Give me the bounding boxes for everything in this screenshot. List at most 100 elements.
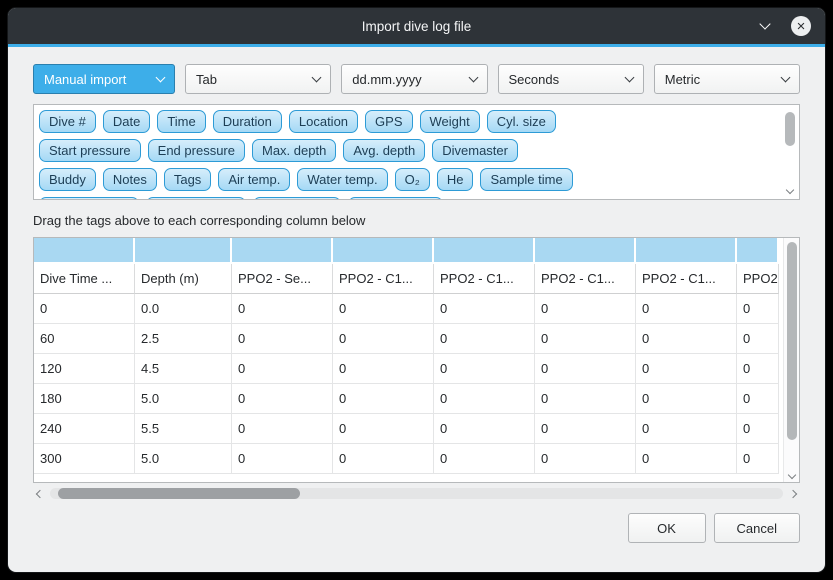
- combo-duration-format[interactable]: Seconds: [498, 64, 644, 94]
- table-cell: 5.0: [135, 444, 232, 474]
- column-header: PPO2 - C1...: [333, 264, 434, 294]
- table-cell: 0: [535, 414, 636, 444]
- tag-location[interactable]: Location: [289, 110, 358, 133]
- tag-row: Dive # Date Time Duration Location GPS Weight C…: [39, 110, 777, 133]
- tag-gps[interactable]: GPS: [365, 110, 412, 133]
- tag-buddy[interactable]: Buddy: [39, 168, 96, 191]
- combo-date-format[interactable]: dd.mm.yyyy: [341, 64, 487, 94]
- tag-row: Sample depth Sample temp. Sample po₂ Sample…: [39, 197, 777, 200]
- table-cell: 0: [333, 414, 434, 444]
- drop-target-cell[interactable]: [535, 238, 636, 264]
- tag-dive[interactable]: Dive #: [39, 110, 96, 133]
- drop-target-cell[interactable]: [434, 238, 535, 264]
- tag-end-pressure[interactable]: End pressure: [148, 139, 245, 162]
- scroll-right-button[interactable]: [788, 488, 800, 500]
- tag-sample-time[interactable]: Sample time: [480, 168, 572, 191]
- shade-button[interactable]: [757, 18, 773, 34]
- table-cell: 0: [434, 414, 535, 444]
- tag-avg-depth[interactable]: Avg. depth: [343, 139, 425, 162]
- scroll-left-button[interactable]: [33, 488, 45, 500]
- combo-selected-value: Manual import: [44, 72, 126, 87]
- combo-selected-value: Seconds: [509, 72, 560, 87]
- tag-rows: Dive # Date Time Duration Location GPS Weight C…: [39, 110, 777, 200]
- tag-notes[interactable]: Notes: [103, 168, 157, 191]
- drop-target-cell[interactable]: [737, 238, 779, 264]
- table-horizontal-scrollbar[interactable]: [33, 486, 800, 501]
- tag-divemaster[interactable]: Divemaster: [432, 139, 518, 162]
- import-preview-table: Dive Time ...Depth (m)PPO2 - Se...PPO2 -…: [33, 237, 800, 483]
- tag-pool-scrollbar[interactable]: [785, 108, 796, 196]
- table-cell: 180: [34, 384, 135, 414]
- chevron-down-icon: [312, 73, 322, 83]
- chevron-down-icon: [156, 73, 166, 83]
- combo-import-type[interactable]: Manual import: [33, 64, 175, 94]
- combo-field-separator[interactable]: Tab: [185, 64, 331, 94]
- combo-row: Manual import Tab dd.mm.yyyy Seconds Metric: [33, 64, 800, 94]
- column-header: PPO2 - C1...: [535, 264, 636, 294]
- drop-target-cell[interactable]: [333, 238, 434, 264]
- table-cell: 0: [232, 324, 333, 354]
- tag-air-temp[interactable]: Air temp.: [218, 168, 290, 191]
- table-cell: 0: [636, 384, 737, 414]
- tag-sample-depth[interactable]: Sample depth: [39, 197, 139, 200]
- tag-o[interactable]: O₂: [395, 168, 430, 191]
- tag-sample-cns[interactable]: Sample CNS: [348, 197, 443, 200]
- tag-start-pressure[interactable]: Start pressure: [39, 139, 141, 162]
- table-cell: 0: [434, 324, 535, 354]
- table-row: 2405.5000000: [34, 414, 779, 444]
- table-cell: 0: [535, 354, 636, 384]
- drop-target-cell[interactable]: [135, 238, 232, 264]
- table-viewport: Dive Time ...Depth (m)PPO2 - Se...PPO2 -…: [34, 238, 783, 482]
- cancel-button[interactable]: Cancel: [714, 513, 800, 543]
- tag-weight[interactable]: Weight: [420, 110, 480, 133]
- scrollbar-thumb[interactable]: [58, 488, 300, 499]
- table-cell: 120: [34, 354, 135, 384]
- tag-max-depth[interactable]: Max. depth: [252, 139, 336, 162]
- tag-tags[interactable]: Tags: [164, 168, 211, 191]
- table-cell: 0: [737, 354, 779, 384]
- tag-water-temp[interactable]: Water temp.: [297, 168, 387, 191]
- tag-he[interactable]: He: [437, 168, 474, 191]
- column-header: PPO2 - C1...: [636, 264, 737, 294]
- preview-grid: Dive Time ...Depth (m)PPO2 - Se...PPO2 -…: [34, 238, 779, 474]
- chevron-down-icon: [468, 73, 478, 83]
- column-header: PPO2 - Se...: [232, 264, 333, 294]
- titlebar[interactable]: Import dive log file ×: [8, 8, 825, 44]
- dialog-content: Manual importTabdd.mm.yyyySecondsMetric …: [8, 47, 825, 543]
- table-vertical-scrollbar[interactable]: [783, 238, 799, 482]
- tag-duration[interactable]: Duration: [213, 110, 282, 133]
- table-row: 1204.5000000: [34, 354, 779, 384]
- column-header: Dive Time ...: [34, 264, 135, 294]
- scrollbar-thumb[interactable]: [787, 242, 797, 440]
- tag-date[interactable]: Date: [103, 110, 150, 133]
- tag-sample-temp[interactable]: Sample temp.: [146, 197, 246, 200]
- scroll-down-icon[interactable]: [788, 471, 796, 479]
- table-cell: 0: [737, 324, 779, 354]
- column-header: Depth (m): [135, 264, 232, 294]
- drop-target-cell[interactable]: [232, 238, 333, 264]
- table-cell: 0: [232, 294, 333, 324]
- scroll-down-icon[interactable]: [786, 186, 794, 194]
- header-row: Dive Time ...Depth (m)PPO2 - Se...PPO2 -…: [34, 264, 779, 294]
- column-header: PPO2 - C1...: [434, 264, 535, 294]
- table-cell: 0: [737, 444, 779, 474]
- ok-button[interactable]: OK: [628, 513, 706, 543]
- drop-target-cell[interactable]: [636, 238, 737, 264]
- scrollbar-thumb[interactable]: [785, 112, 795, 146]
- combo-units[interactable]: Metric: [654, 64, 800, 94]
- close-button[interactable]: ×: [791, 16, 811, 36]
- table-cell: 0: [434, 294, 535, 324]
- table-cell: 0: [737, 294, 779, 324]
- tag-row: Buddy Notes Tags Air temp. Water temp. O₂ He Sa…: [39, 168, 777, 191]
- table-cell: 0: [333, 444, 434, 474]
- chevron-down-icon: [759, 18, 770, 29]
- combo-selected-value: dd.mm.yyyy: [352, 72, 421, 87]
- tag-time[interactable]: Time: [157, 110, 205, 133]
- tag-cyl-size[interactable]: Cyl. size: [487, 110, 556, 133]
- titlebar-controls: ×: [757, 8, 811, 44]
- drop-target-cell[interactable]: [34, 238, 135, 264]
- tag-row: Start pressure End pressure Max. depth Avg.…: [39, 139, 777, 162]
- tag-sample-po[interactable]: Sample po₂: [253, 197, 340, 200]
- table-cell: 4.5: [135, 354, 232, 384]
- scrollbar-track[interactable]: [50, 488, 783, 499]
